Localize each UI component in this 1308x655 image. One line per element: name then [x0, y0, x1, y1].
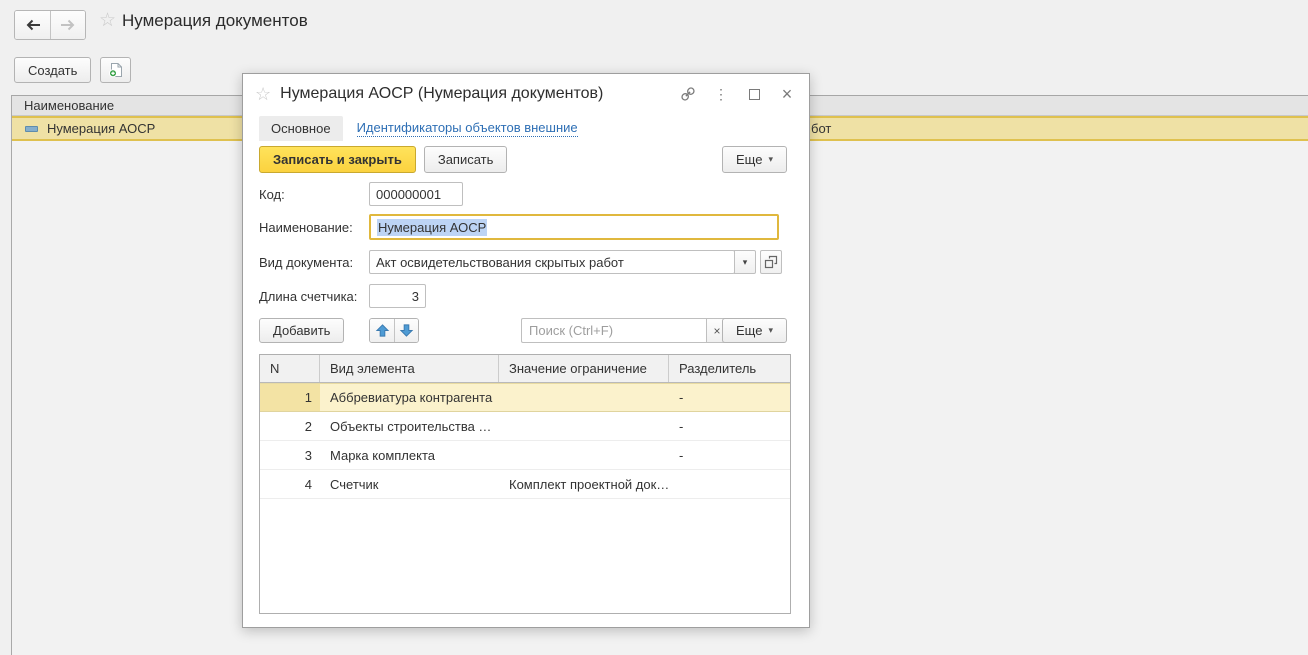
doctype-field[interactable]: Акт освидетельствования скрытых работ [369, 250, 735, 274]
new-document-icon [108, 62, 124, 78]
cell-n: 3 [260, 441, 320, 469]
column-header-restriction[interactable]: Значение ограничение [499, 355, 669, 382]
tab-external-ids[interactable]: Идентификаторы объектов внешние [357, 120, 578, 137]
forward-button[interactable] [50, 11, 85, 39]
copy-link-icon[interactable] [680, 86, 696, 102]
cell-separator [669, 470, 790, 498]
add-row-button[interactable]: Добавить [259, 318, 344, 343]
reorder-buttons [369, 318, 419, 343]
page-title: Нумерация документов [122, 11, 308, 31]
dialog-more-label: Еще [736, 152, 762, 167]
cell-kind: Марка комплекта [320, 441, 499, 469]
column-header-n[interactable]: N [260, 355, 320, 382]
list-row-tail-fragment: бот [811, 121, 831, 136]
code-field[interactable]: 000000001 [369, 182, 463, 206]
cell-kind: Аббревиатура контрагента [320, 384, 499, 411]
create-button[interactable]: Создать [14, 57, 91, 83]
move-down-button[interactable] [394, 319, 418, 342]
cell-n: 1 [260, 384, 320, 411]
table-row[interactable]: 3 Марка комплекта - [260, 441, 790, 470]
cell-separator: - [669, 384, 790, 411]
chevron-down-icon: ▾ [768, 155, 773, 164]
back-button[interactable] [15, 11, 50, 39]
counter-length-field[interactable]: 3 [369, 284, 426, 308]
list-row-name: Нумерация АОСР [47, 121, 155, 136]
tab-main[interactable]: Основное [259, 116, 343, 141]
dialog-titlebar: ☆ Нумерация АОСР (Нумерация документов) … [243, 74, 809, 110]
code-label: Код: [259, 182, 285, 206]
name-field[interactable]: Нумерация АОСР [369, 214, 779, 240]
cell-n: 4 [260, 470, 320, 498]
column-header-separator[interactable]: Разделитель [669, 355, 790, 382]
elements-table: N Вид элемента Значение ограничение Разд… [259, 354, 791, 614]
arrow-up-icon [375, 323, 390, 338]
table-more-label: Еще [736, 323, 762, 338]
back-arrow-icon [25, 18, 41, 32]
cell-restriction [499, 412, 669, 440]
cell-separator: - [669, 412, 790, 440]
dialog-title: Нумерация АОСР (Нумерация документов) [280, 85, 603, 103]
doctype-label: Вид документа: [259, 250, 353, 274]
open-in-window-icon [764, 255, 778, 269]
chevron-down-icon: ▾ [743, 258, 748, 267]
search-input[interactable] [521, 318, 706, 343]
column-header-kind[interactable]: Вид элемента [320, 355, 499, 382]
dialog-tabs: Основное Идентификаторы объектов внешние [259, 116, 578, 141]
search-box: × [521, 318, 728, 343]
code-value: 000000001 [376, 187, 441, 202]
counter-length-value: 3 [412, 289, 419, 304]
table-row[interactable]: 4 Счетчик Комплект проектной док… [260, 470, 790, 499]
table-toolbar: Добавить × Еще ▾ [259, 318, 787, 343]
name-label: Наименование: [259, 215, 353, 239]
move-up-button[interactable] [370, 319, 394, 342]
list-column-header-label: Наименование [24, 98, 114, 113]
arrow-down-icon [399, 323, 414, 338]
table-header-row: N Вид элемента Значение ограничение Разд… [260, 355, 790, 383]
maximize-icon[interactable] [746, 86, 762, 102]
dialog-command-bar: Записать и закрыть Записать Еще ▾ [259, 146, 787, 173]
chevron-down-icon: ▾ [768, 326, 773, 335]
dialog-more-button[interactable]: Еще ▾ [722, 146, 787, 173]
create-group-button[interactable] [100, 57, 131, 83]
more-menu-icon[interactable]: ⋮ [713, 86, 729, 102]
cell-restriction: Комплект проектной док… [499, 470, 669, 498]
name-value-selected: Нумерация АОСР [377, 219, 487, 236]
cell-restriction [499, 441, 669, 469]
table-row[interactable]: 1 Аббревиатура контрагента - [260, 383, 790, 412]
cell-kind: Счетчик [320, 470, 499, 498]
cell-separator: - [669, 441, 790, 469]
doctype-value: Акт освидетельствования скрытых работ [376, 255, 624, 270]
counter-length-label: Длина счетчика: [259, 284, 357, 308]
dialog-favorite-star-icon[interactable]: ☆ [255, 85, 271, 103]
save-button[interactable]: Записать [424, 146, 508, 173]
close-icon[interactable]: × [779, 86, 795, 102]
table-more-button[interactable]: Еще ▾ [722, 318, 787, 343]
save-and-close-button[interactable]: Записать и закрыть [259, 146, 416, 173]
history-nav [14, 10, 86, 40]
cell-restriction [499, 384, 669, 411]
catalog-item-icon [25, 126, 38, 132]
favorite-star-icon[interactable]: ☆ [99, 11, 116, 30]
doctype-open-button[interactable] [760, 250, 782, 274]
forward-arrow-icon [60, 18, 76, 32]
table-row[interactable]: 2 Объекты строительства … - [260, 412, 790, 441]
doctype-dropdown-button[interactable]: ▾ [734, 250, 756, 274]
cell-n: 2 [260, 412, 320, 440]
numbering-dialog: ☆ Нумерация АОСР (Нумерация документов) … [242, 73, 810, 628]
cell-kind: Объекты строительства … [320, 412, 499, 440]
